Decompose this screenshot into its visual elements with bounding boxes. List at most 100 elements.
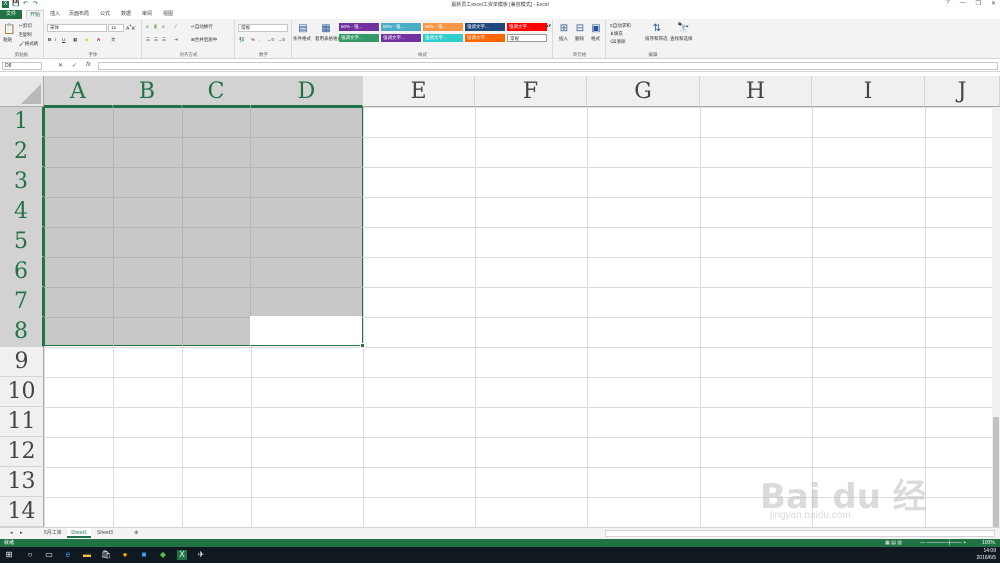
paste-icon[interactable]: 📋 (3, 24, 15, 36)
row-header-4[interactable]: 4 (0, 197, 44, 227)
row-header-9[interactable]: 9 (0, 347, 44, 377)
column-header-e[interactable]: E (363, 76, 475, 107)
fill-color-icon[interactable]: ◈ (85, 37, 88, 43)
task-view-icon[interactable]: ▭ (44, 550, 54, 560)
sort-filter-button[interactable]: 排序和筛选 (645, 36, 668, 42)
wrap-text-button[interactable]: ↵自动换行 (191, 24, 213, 30)
cell-style-item[interactable]: 强调文字... (465, 23, 505, 31)
tab-home[interactable]: 开始 (26, 10, 44, 19)
cell-style-item[interactable]: 常规 (507, 34, 547, 42)
font-name-select[interactable]: 宋体 (47, 24, 107, 32)
align-right-icon[interactable]: ☰ (162, 37, 166, 43)
autosum-button[interactable]: Σ自动求和 (610, 23, 631, 29)
find-select-button[interactable]: 查找和选择 (670, 36, 693, 42)
underline-icon[interactable]: U (62, 37, 65, 42)
tab-insert[interactable]: 插入 (48, 10, 62, 19)
cell-style-item[interactable]: 60% - 强... (339, 23, 379, 31)
format-cells-button[interactable]: 格式 (591, 36, 600, 42)
format-as-table-button[interactable]: 套用表格格式 (315, 36, 342, 42)
tab-file[interactable]: 文件 (0, 10, 22, 19)
delete-cells-icon[interactable]: ⊟ (574, 23, 586, 35)
cell-style-item[interactable]: 强调文字... (507, 23, 547, 31)
insert-function-icon[interactable]: fx (86, 62, 91, 69)
clear-button[interactable]: ⌫清除 (610, 39, 625, 45)
bold-icon[interactable]: B (48, 37, 51, 42)
row-header-12[interactable]: 12 (0, 437, 44, 467)
top-align-icon[interactable]: ≡ (146, 24, 149, 29)
vertical-scroll-thumb[interactable] (993, 417, 999, 527)
column-header-f[interactable]: F (475, 76, 587, 107)
column-header-g[interactable]: G (587, 76, 700, 107)
delete-cells-button[interactable]: 删除 (575, 36, 584, 42)
conditional-format-icon[interactable]: ▤ (297, 23, 309, 35)
fill-button[interactable]: ⬇填充 (610, 31, 623, 37)
decrease-decimal-icon[interactable]: →0 (278, 37, 285, 42)
restore-button[interactable]: ❐ (976, 0, 981, 7)
column-header-h[interactable]: H (700, 76, 812, 107)
store-icon[interactable]: 🛍 (101, 550, 111, 560)
row-header-7[interactable]: 7 (0, 287, 44, 317)
align-center-icon[interactable]: ☰ (154, 37, 158, 43)
app-icon-bird[interactable]: ✈ (196, 550, 206, 560)
row-header-8[interactable]: 8 (0, 317, 44, 347)
sheet-tab-sheet1[interactable]: Sheet1 (67, 528, 91, 538)
active-cell-d8[interactable] (250, 316, 362, 345)
indent-icon[interactable]: ⇥ (174, 37, 178, 43)
name-box[interactable]: D8 (2, 62, 42, 70)
system-tray[interactable]: 14:09 2016/6/5 (977, 548, 996, 562)
zoom-slider[interactable]: — ──────┼─── + (920, 539, 966, 547)
enter-icon[interactable]: ✓ (72, 62, 77, 69)
copy-button[interactable]: ⎘复制 (19, 32, 32, 38)
italic-icon[interactable]: I (55, 37, 56, 42)
new-sheet-icon[interactable]: ⊕ (130, 528, 142, 538)
tab-review[interactable]: 审阅 (140, 10, 154, 19)
column-header-b[interactable]: B (113, 76, 182, 107)
app-icon-yellow[interactable]: ● (120, 550, 130, 560)
edge-icon[interactable]: e (63, 550, 73, 560)
sheet-tab-may-salary[interactable]: 5月工资 (40, 528, 66, 538)
middle-align-icon[interactable]: ≡ (154, 24, 157, 29)
gallery-more-icon[interactable]: ▴▾ (546, 23, 551, 29)
scroll-tabs-right-icon[interactable]: ▸ (16, 528, 27, 538)
cell-style-item[interactable]: 60% - 强... (381, 23, 421, 31)
paste-button[interactable]: 粘贴 (3, 37, 12, 43)
conditional-format-button[interactable]: 条件格式 (293, 36, 311, 42)
increase-decimal-icon[interactable]: ←0 (267, 37, 274, 42)
align-left-icon[interactable]: ☰ (146, 37, 150, 43)
close-button[interactable]: ✕ (991, 0, 996, 7)
sort-filter-icon[interactable]: ⇅ (651, 23, 663, 35)
tab-formulas[interactable]: 公式 (98, 10, 112, 19)
format-as-table-icon[interactable]: ▦ (320, 23, 332, 35)
insert-cells-button[interactable]: 插入 (559, 36, 568, 42)
cell-style-item[interactable]: 强调文字... (465, 34, 505, 42)
bottom-align-icon[interactable]: ≡ (162, 24, 165, 29)
tab-data[interactable]: 数据 (119, 10, 133, 19)
excel-taskbar-icon[interactable]: X (177, 550, 187, 560)
horizontal-scrollbar[interactable] (605, 530, 995, 537)
phonetic-icon[interactable]: 文 (111, 37, 116, 43)
format-painter-button[interactable]: 🖌格式刷 (19, 41, 38, 47)
number-format-select[interactable]: 常规 (238, 24, 288, 32)
column-header-i[interactable]: I (812, 76, 925, 107)
scroll-tabs-left-icon[interactable]: ◂ (6, 528, 17, 538)
select-all-button[interactable] (0, 76, 44, 107)
merge-center-button[interactable]: ⊞合并后居中 (191, 37, 217, 43)
formula-input[interactable] (98, 62, 998, 70)
column-header-a[interactable]: A (44, 76, 113, 107)
tab-view[interactable]: 视图 (161, 10, 175, 19)
view-buttons[interactable]: ▦ ▤ ▥ (885, 539, 902, 547)
font-size-select[interactable]: 12 (108, 24, 124, 32)
tab-page-layout[interactable]: 页面布局 (67, 10, 91, 19)
zoom-level[interactable]: 100% (982, 539, 995, 547)
vertical-scrollbar[interactable] (992, 107, 1000, 527)
cell-style-item[interactable]: 强调文字... (381, 34, 421, 42)
fill-handle[interactable] (360, 343, 365, 348)
format-cells-icon[interactable]: ▣ (590, 23, 602, 35)
currency-icon[interactable]: 💱 (239, 37, 245, 43)
row-header-6[interactable]: 6 (0, 257, 44, 287)
search-icon[interactable]: ○ (25, 550, 35, 560)
row-header-5[interactable]: 5 (0, 227, 44, 257)
row-header-1[interactable]: 1 (0, 107, 44, 137)
app-icon-green[interactable]: ◆ (158, 550, 168, 560)
column-header-j[interactable]: J (925, 76, 1000, 107)
